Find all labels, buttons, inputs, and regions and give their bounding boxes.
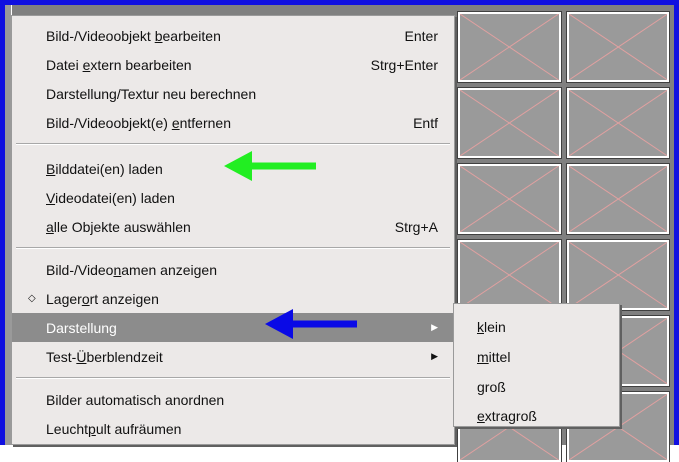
thumbnail-placeholder[interactable] — [457, 87, 562, 159]
menu-item-clear-lighttable[interactable]: Leuchtpult aufräumen — [12, 414, 454, 443]
menu-item-remove-object[interactable]: Bild-/Videoobjekt(e) entfernen Entf — [12, 108, 454, 137]
menu-item-edit-external[interactable]: Datei extern bearbeiten Strg+Enter — [12, 50, 454, 79]
menu-item-show-location[interactable]: ◇ Lagerort anzeigen — [12, 284, 454, 313]
placeholder-cross-icon — [460, 14, 559, 80]
submenu-item-extra-large[interactable]: extragroß — [454, 401, 619, 431]
menu-separator — [16, 247, 450, 249]
thumbnail-placeholder[interactable] — [457, 163, 562, 235]
shortcut-label: Enter — [404, 27, 438, 44]
display-submenu: klein mittel groß extragroß — [453, 303, 620, 427]
menu-item-load-images[interactable]: Bilddatei(en) laden — [12, 154, 454, 183]
menu-item-display[interactable]: Darstellung ▶ — [12, 313, 454, 342]
placeholder-cross-icon — [569, 14, 668, 80]
menu-item-auto-arrange[interactable]: Bilder automatisch anordnen — [12, 385, 454, 414]
thumbnail-placeholder[interactable] — [457, 239, 562, 311]
radio-bullet-icon: ◇ — [28, 293, 36, 304]
placeholder-cross-icon — [460, 166, 559, 232]
shortcut-label: Strg+Enter — [370, 56, 438, 73]
shortcut-label: Entf — [413, 114, 438, 131]
submenu-item-small[interactable]: klein — [454, 312, 619, 342]
thumbnail-placeholder[interactable] — [565, 239, 670, 311]
placeholder-cross-icon — [569, 242, 668, 308]
shortcut-label: Strg+A — [394, 218, 438, 235]
thumbnail-placeholder[interactable] — [565, 163, 670, 235]
submenu-arrow-icon: ▶ — [431, 322, 438, 332]
placeholder-cross-icon — [460, 242, 559, 308]
submenu-item-large[interactable]: groß — [454, 372, 619, 402]
menu-item-edit-object[interactable]: Bild-/Videoobjekt bearbeiten Enter — [12, 21, 454, 50]
menu-item-select-all[interactable]: alle Objekte auswählen Strg+A — [12, 212, 454, 241]
placeholder-cross-icon — [569, 166, 668, 232]
submenu-item-medium[interactable]: mittel — [454, 342, 619, 372]
thumbnail-placeholder[interactable] — [565, 11, 670, 83]
submenu-arrow-icon: ▶ — [431, 351, 438, 361]
menu-separator — [16, 143, 450, 145]
thumbnail-placeholder[interactable] — [457, 11, 562, 83]
placeholder-cross-icon — [569, 90, 668, 156]
menu-item-load-videos[interactable]: Videodatei(en) laden — [12, 183, 454, 212]
thumbnail-placeholder[interactable] — [565, 87, 670, 159]
placeholder-cross-icon — [460, 90, 559, 156]
menu-item-transition-time[interactable]: Test-Überblendzeit ▶ — [12, 342, 454, 371]
context-menu: Bild-/Videoobjekt bearbeiten Enter Datei… — [11, 15, 455, 445]
menu-separator — [16, 377, 450, 379]
menu-item-show-names[interactable]: Bild-/Videonamen anzeigen — [12, 255, 454, 284]
menu-item-recalculate-texture[interactable]: Darstellung/Textur neu berechnen — [12, 79, 454, 108]
